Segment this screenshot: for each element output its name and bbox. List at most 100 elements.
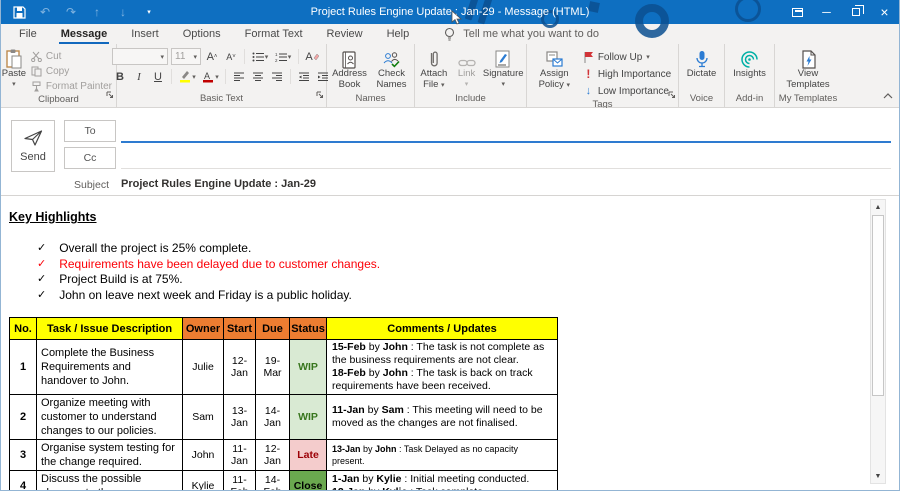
cell-due[interactable]: 19-Mar	[255, 339, 290, 395]
grow-font-icon[interactable]: A ˄	[204, 48, 220, 65]
numbering-icon[interactable]: 1 2 ▾	[273, 48, 293, 65]
cell-no[interactable]: 2	[9, 394, 37, 440]
high-importance-button[interactable]: ! High Importance	[579, 67, 675, 81]
cell-no[interactable]: 1	[9, 339, 37, 395]
attach-file-button[interactable]: Attach File ▾	[415, 46, 453, 91]
ribbon: Paste ▾ Cut Copy Format Painter Clipboar…	[1, 44, 899, 110]
align-center-icon[interactable]	[250, 68, 266, 85]
clipboard-dialog-launcher-icon[interactable]	[106, 86, 114, 104]
cell-status[interactable]: WIP	[289, 394, 327, 440]
cell-status[interactable]: Late	[289, 439, 327, 471]
decrease-indent-icon[interactable]	[296, 68, 312, 85]
font-name-select[interactable]: ▾	[112, 48, 168, 65]
cell-status[interactable]: WIP	[289, 339, 327, 395]
collapse-ribbon-icon[interactable]	[883, 86, 893, 104]
cell-task[interactable]: Organise system testing for the change r…	[36, 439, 183, 471]
link-button[interactable]: Link ▾	[453, 46, 481, 90]
tab-review[interactable]: Review	[315, 24, 375, 44]
font-size-select[interactable]: 11 ▾	[171, 48, 201, 65]
paste-button[interactable]: Paste ▾	[1, 46, 27, 90]
cell-start[interactable]: 11-Jan	[223, 439, 256, 471]
address-book-button[interactable]: Address Book	[329, 46, 371, 90]
customize-qat-icon[interactable]: ▾	[141, 4, 157, 20]
assign-policy-button[interactable]: Assign Policy ▾	[530, 46, 579, 91]
redo-icon[interactable]: ↷	[63, 4, 79, 20]
vertical-scrollbar[interactable]: ▲ ▼	[870, 199, 886, 484]
tab-message[interactable]: Message	[49, 24, 119, 44]
signature-button[interactable]: Signature ▾	[480, 46, 526, 90]
tab-help[interactable]: Help	[375, 24, 422, 44]
ribbon-display-options-icon[interactable]	[783, 0, 812, 24]
send-button[interactable]: Send	[11, 120, 55, 172]
group-label-my-templates: My Templates	[778, 93, 838, 104]
insights-button[interactable]: Insights	[726, 46, 774, 80]
cell-start[interactable]: 13-Jan	[223, 394, 256, 440]
cell-comments[interactable]: 15-Feb by John : The task is not complet…	[326, 339, 558, 395]
cell-start[interactable]: 12-Jan	[223, 339, 256, 395]
comment-line: 12-Jan by Kylie : Task complete.	[332, 486, 552, 490]
paste-icon	[5, 48, 23, 69]
cell-task[interactable]: Organize meeting with customer to unders…	[36, 394, 183, 440]
underline-icon[interactable]: U	[150, 68, 166, 85]
cell-due[interactable]: 14-Feb	[255, 470, 290, 490]
minimize-icon[interactable]: ─	[812, 0, 841, 24]
cell-due[interactable]: 12-Jan	[255, 439, 290, 471]
cc-input[interactable]	[121, 168, 891, 169]
copy-button[interactable]: Copy	[27, 64, 116, 78]
cell-owner[interactable]: Julie	[182, 339, 224, 395]
move-up-icon[interactable]: ↑	[89, 4, 105, 20]
message-body-editor[interactable]: Key Highlights ✓ Overall the project is 2…	[1, 196, 899, 490]
restore-icon[interactable]	[841, 0, 870, 24]
cell-comments[interactable]: 1-Jan by Kylie : Initial meeting conduct…	[326, 470, 558, 490]
titlebar: ↶ ↷ ↑ ↓ ▾ Project Rules Engine Update : …	[1, 0, 899, 38]
basic-text-dialog-launcher-icon[interactable]	[316, 86, 324, 104]
align-right-icon[interactable]	[269, 68, 285, 85]
bullets-icon[interactable]: ▾	[250, 48, 270, 65]
tab-format-text[interactable]: Format Text	[233, 24, 315, 44]
tab-options[interactable]: Options	[171, 24, 233, 44]
cell-start[interactable]: 11-Feb	[223, 470, 256, 490]
to-input[interactable]	[121, 141, 891, 143]
bold-icon[interactable]: B	[112, 68, 128, 85]
cell-no[interactable]: 3	[9, 439, 37, 471]
cell-owner[interactable]: John	[182, 439, 224, 471]
low-importance-button[interactable]: ↓ Low Importance	[579, 84, 675, 98]
body-heading: Key Highlights	[9, 210, 97, 224]
cell-owner[interactable]: Kylie	[182, 470, 224, 490]
cell-no[interactable]: 4	[9, 470, 37, 490]
cell-due[interactable]: 14-Jan	[255, 394, 290, 440]
cc-button[interactable]: Cc	[64, 147, 116, 169]
cell-comments[interactable]: 11-Jan by Sam : This meeting will need t…	[326, 394, 558, 440]
cell-status[interactable]: Close	[289, 470, 327, 490]
close-icon[interactable]: ×	[870, 0, 899, 24]
tab-file[interactable]: File	[7, 24, 49, 44]
scroll-down-icon[interactable]: ▼	[871, 469, 885, 483]
italic-icon[interactable]: I	[131, 68, 147, 85]
cell-task[interactable]: Discuss the possible changes to the scop…	[36, 470, 183, 490]
undo-icon[interactable]: ↶	[37, 4, 53, 20]
tab-insert[interactable]: Insert	[119, 24, 171, 44]
cell-comments[interactable]: 13-Jan by John : Task Delayed as no capa…	[326, 439, 558, 471]
cell-task[interactable]: Complete the Business Requirements and h…	[36, 339, 183, 395]
format-painter-button[interactable]: Format Painter	[27, 79, 116, 93]
tell-me-box[interactable]: Tell me what you want to do	[443, 27, 599, 42]
cell-owner[interactable]: Sam	[182, 394, 224, 440]
follow-up-button[interactable]: Follow Up ▾	[579, 50, 675, 64]
subject-input[interactable]: Project Rules Engine Update : Jan-29	[121, 178, 316, 190]
text-highlight-color-icon[interactable]: ▾	[177, 68, 197, 85]
scrollbar-thumb[interactable]	[872, 215, 884, 397]
tags-dialog-launcher-icon[interactable]	[668, 86, 676, 104]
align-left-icon[interactable]	[231, 68, 247, 85]
shrink-font-icon[interactable]: A ˅	[223, 48, 239, 65]
check-names-button[interactable]: Check Names	[371, 46, 413, 90]
dictate-button[interactable]: Dictate	[680, 46, 724, 80]
scroll-up-icon[interactable]: ▲	[871, 200, 885, 214]
comment-line: 18-Feb by John : The task is back on tra…	[332, 367, 533, 392]
to-button[interactable]: To	[64, 120, 116, 142]
cut-button[interactable]: Cut	[27, 49, 116, 63]
clear-formatting-icon[interactable]: A	[304, 48, 320, 65]
save-icon[interactable]	[11, 4, 27, 20]
view-templates-button[interactable]: View Templates	[781, 46, 835, 90]
font-color-icon[interactable]: A ▾	[200, 68, 220, 85]
move-down-icon[interactable]: ↓	[115, 4, 131, 20]
